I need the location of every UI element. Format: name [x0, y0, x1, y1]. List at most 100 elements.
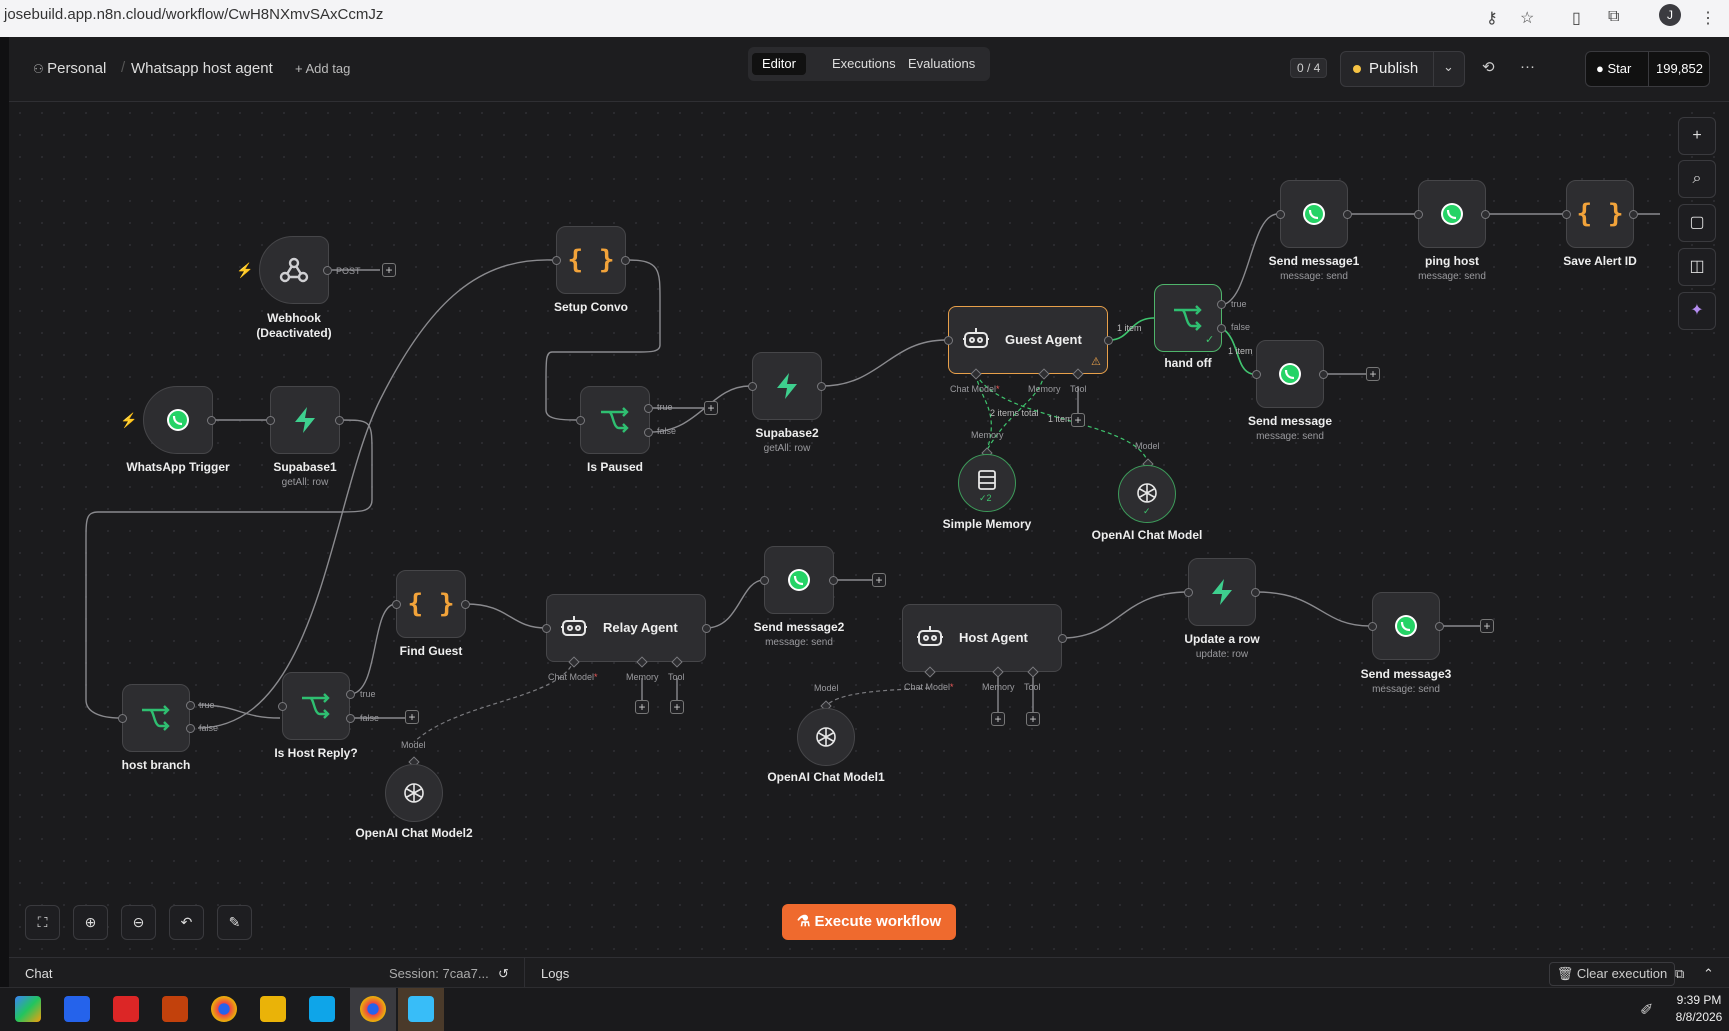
output-port[interactable] [1104, 336, 1113, 345]
find-guest-node[interactable]: { } [396, 570, 466, 638]
store-icon[interactable] [64, 996, 90, 1022]
profile-avatar[interactable]: J [1659, 4, 1681, 26]
breadcrumb-project[interactable]: ⚇ Personal [33, 60, 106, 77]
output-port[interactable] [1058, 634, 1067, 643]
output-port[interactable] [829, 576, 838, 585]
input-port[interactable] [1276, 210, 1285, 219]
add-tool-plus[interactable]: + [1071, 413, 1085, 427]
output-port[interactable] [207, 416, 216, 425]
menu-dots-icon[interactable]: ⋮ [1700, 8, 1716, 28]
output-port-true[interactable] [644, 404, 653, 413]
key-icon[interactable]: ⚷ [1486, 8, 1498, 28]
chat-tab[interactable]: Chat [25, 966, 52, 981]
output-port-false[interactable] [186, 724, 195, 733]
update-row-node[interactable] [1188, 558, 1256, 626]
acrobat-icon[interactable] [113, 996, 139, 1022]
logs-tab[interactable]: Logs [541, 966, 569, 981]
github-star-button[interactable]: ● Star 199,852 [1585, 51, 1710, 87]
output-port-true[interactable] [1217, 300, 1226, 309]
add-node-plus[interactable]: + [1480, 619, 1494, 633]
add-tool-plus[interactable]: + [670, 700, 684, 714]
input-port[interactable] [944, 336, 953, 345]
supabase2-node[interactable] [752, 352, 822, 420]
undo-button[interactable]: ↶ [169, 905, 204, 940]
host-agent-node[interactable]: Host Agent [902, 604, 1062, 672]
more-options-icon[interactable]: ··· [1520, 58, 1535, 75]
input-port[interactable] [266, 416, 275, 425]
file-explorer-icon[interactable] [260, 996, 286, 1022]
add-tag-link[interactable]: + Add tag [295, 61, 350, 76]
input-port[interactable] [552, 256, 561, 265]
setup-convo-node[interactable]: { } [556, 226, 626, 294]
input-port[interactable] [1252, 370, 1261, 379]
add-node-plus[interactable]: + [382, 263, 396, 277]
input-port[interactable] [278, 702, 287, 711]
output-port[interactable] [1319, 370, 1328, 379]
warning-icon[interactable]: ⚠ [1091, 355, 1101, 368]
output-port[interactable] [621, 256, 630, 265]
popout-icon[interactable]: ⧉ [1675, 966, 1684, 982]
simple-memory-node[interactable]: ✓2 [958, 454, 1016, 512]
send-message1-node[interactable] [1280, 180, 1348, 248]
openai-chat-model2-node[interactable] [385, 764, 443, 822]
is-host-reply-node[interactable] [282, 672, 350, 740]
ping-host-node[interactable] [1418, 180, 1486, 248]
output-port-true[interactable] [186, 701, 195, 710]
copilot-icon[interactable] [15, 996, 41, 1022]
clear-execution-button[interactable]: 🗑 Clear execution [1549, 962, 1675, 986]
search-nodes-button[interactable]: ⌕ [1678, 160, 1716, 198]
whatsapp-trigger-node[interactable] [143, 386, 213, 454]
input-port[interactable] [576, 416, 585, 425]
send-message2-node[interactable] [764, 546, 834, 614]
side-panel-button[interactable]: ◫ [1678, 248, 1716, 286]
guest-agent-node[interactable]: Guest Agent ⚠ [948, 306, 1108, 374]
zoom-out-button[interactable]: ⊖ [121, 905, 156, 940]
send-message-node[interactable] [1256, 340, 1324, 408]
output-port[interactable] [335, 416, 344, 425]
vscode-icon[interactable] [309, 996, 335, 1022]
output-port[interactable] [702, 624, 711, 633]
add-node-plus[interactable]: + [872, 573, 886, 587]
fit-view-button[interactable]: ⛶ [25, 905, 60, 940]
input-port[interactable] [1368, 622, 1377, 631]
extension-icon[interactable]: ▯ [1572, 8, 1581, 28]
input-port[interactable] [392, 600, 401, 609]
openai-chat-model1-node[interactable] [797, 708, 855, 766]
url-text[interactable]: josebuild.app.n8n.cloud/workflow/CwH8NXm… [4, 6, 383, 23]
send-message3-node[interactable] [1372, 592, 1440, 660]
output-port-true[interactable] [346, 690, 355, 699]
output-port[interactable] [461, 600, 470, 609]
execute-workflow-button[interactable]: ⚗ Execute workflow [782, 904, 956, 940]
clock[interactable]: 9:39 PM 8/8/2026 [1672, 992, 1726, 1026]
output-port[interactable] [1435, 622, 1444, 631]
output-port-false[interactable] [1217, 324, 1226, 333]
input-port[interactable] [1414, 210, 1423, 219]
webhook-node[interactable] [259, 236, 329, 304]
tab-executions[interactable]: Executions [822, 53, 906, 75]
reset-session-icon[interactable]: ↺ [498, 966, 509, 982]
history-icon[interactable]: ⟲ [1482, 58, 1495, 76]
ai-assistant-button[interactable]: ✦ [1678, 292, 1716, 330]
pen-icon[interactable]: ✐ [1640, 1000, 1653, 1020]
input-port[interactable] [542, 624, 551, 633]
host-branch-node[interactable] [122, 684, 190, 752]
add-memory-plus[interactable]: + [991, 712, 1005, 726]
output-port[interactable] [323, 266, 332, 275]
output-port[interactable] [817, 382, 826, 391]
add-tool-plus[interactable]: + [1026, 712, 1040, 726]
tab-editor[interactable]: Editor [752, 53, 806, 75]
is-paused-node[interactable] [580, 386, 650, 454]
chevron-down-icon[interactable]: ⌄ [1443, 59, 1454, 75]
add-node-plus[interactable]: + [405, 710, 419, 724]
tidy-up-button[interactable]: ✎ [217, 905, 252, 940]
input-port[interactable] [1562, 210, 1571, 219]
add-node-button[interactable]: + [1678, 117, 1716, 155]
zoom-in-button[interactable]: ⊕ [73, 905, 108, 940]
input-port[interactable] [118, 714, 127, 723]
input-port[interactable] [1184, 588, 1193, 597]
publish-button[interactable]: Publish ⌄ [1340, 51, 1465, 87]
hand-off-node[interactable]: ✓ [1154, 284, 1222, 352]
relay-agent-node[interactable]: Relay Agent [546, 594, 706, 662]
output-port-false[interactable] [346, 714, 355, 723]
supabase1-node[interactable] [270, 386, 340, 454]
